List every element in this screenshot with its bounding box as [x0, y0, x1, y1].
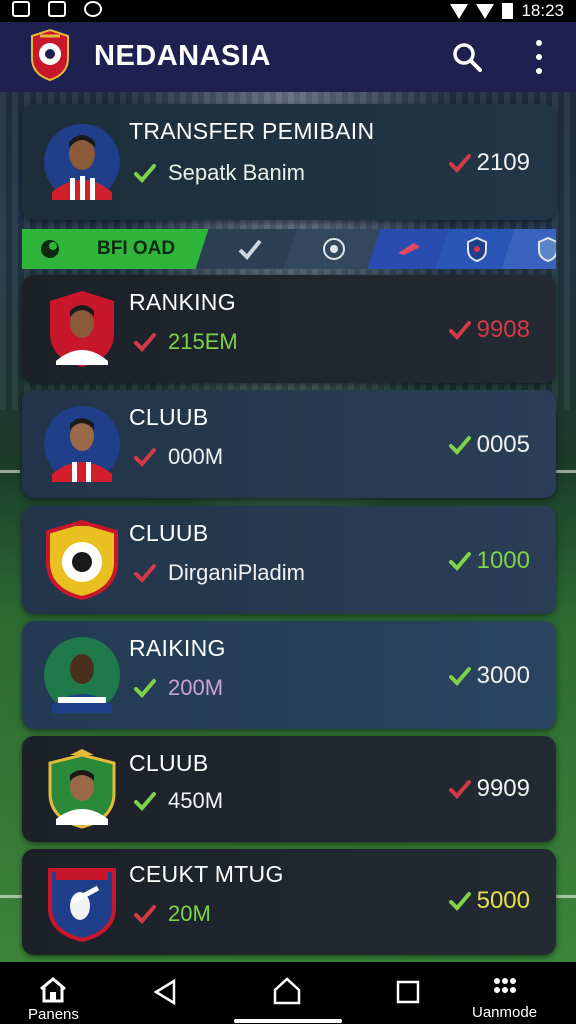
item-name: CEUKT MTUG — [129, 861, 284, 887]
club-crest-icon — [48, 868, 116, 942]
featured-subtitle-row: Sepatk Banim — [134, 160, 305, 186]
home-icon[interactable] — [272, 976, 302, 1006]
app-title: NEDANASIA — [94, 40, 271, 72]
club-crest-icon[interactable] — [28, 28, 72, 82]
check-icon — [448, 552, 471, 571]
check-icon — [134, 792, 156, 811]
nav-more-label: Uanmode — [472, 1004, 538, 1021]
ball-icon — [323, 238, 345, 260]
check-icon — [238, 239, 262, 260]
signal-icon — [476, 3, 495, 19]
list-item[interactable]: RAIKING 200M 3000 — [22, 621, 556, 729]
list-item[interactable]: CLUUB DirganiPladim 1000 — [22, 506, 556, 614]
item-value: 3000 — [476, 662, 530, 689]
item-value: 9908 — [476, 316, 530, 343]
item-name: CLUUB — [129, 404, 209, 430]
player-avatar — [44, 124, 120, 200]
item-sub-row: 450M — [134, 788, 223, 814]
notification-icon — [12, 1, 30, 17]
check-icon — [448, 780, 471, 799]
wifi-icon — [450, 3, 469, 19]
item-value-row: 1000 — [448, 547, 530, 575]
featured-value: 2109 — [476, 149, 530, 176]
check-icon — [134, 333, 156, 352]
item-name: CLUUB — [129, 520, 209, 546]
recents-icon[interactable] — [396, 980, 420, 1004]
check-icon — [134, 448, 156, 467]
list-item[interactable]: CLUUB 450M 9909 — [22, 736, 556, 842]
item-sub-row: DirganiPladim — [134, 560, 305, 586]
item-sub: 20M — [168, 901, 211, 926]
featured-subtitle: Sepatk Banim — [168, 160, 305, 185]
house-icon — [40, 977, 67, 1003]
item-sub: 000M — [168, 444, 224, 469]
item-value-row: 9908 — [448, 316, 530, 344]
list-item[interactable]: RANKING 215EM 9908 — [22, 275, 556, 383]
check-icon — [448, 892, 471, 911]
item-name: CLUUB — [129, 750, 209, 776]
status-time: 18:23 — [521, 1, 564, 20]
notification-icon — [48, 1, 66, 17]
item-value: 5000 — [476, 887, 530, 914]
check-icon — [448, 667, 471, 686]
check-icon — [448, 154, 471, 173]
search-icon[interactable] — [452, 42, 482, 72]
battery-icon — [502, 3, 514, 19]
player-avatar — [50, 291, 114, 367]
nav-home-label: Panens — [28, 1006, 79, 1023]
item-value-row: 9909 — [448, 775, 530, 803]
item-sub: 450M — [168, 788, 224, 813]
pitch-line — [0, 895, 24, 898]
gesture-home-bar[interactable] — [234, 1019, 342, 1023]
tab-label: BFI OAD — [96, 238, 176, 259]
nav-more-tab[interactable]: Uanmode — [472, 976, 537, 1021]
back-icon[interactable] — [152, 978, 178, 1006]
pitch-line — [0, 470, 20, 473]
app-bar: NEDANASIA — [0, 22, 576, 92]
notification-icon — [84, 1, 102, 17]
status-bar: 18:23 — [0, 0, 576, 22]
boot-icon — [40, 240, 59, 258]
list-item[interactable]: CEUKT MTUG 20M 5000 — [22, 849, 556, 955]
featured-title: TRANSFER PEMIBAIN — [129, 118, 375, 144]
more-options-icon[interactable] — [530, 40, 548, 74]
item-value-row: 5000 — [448, 887, 530, 915]
item-value: 1000 — [476, 547, 530, 574]
bottom-navigation: Panens Uanmode — [0, 962, 576, 1024]
player-avatar — [48, 749, 116, 829]
item-sub-row: 000M — [134, 444, 223, 470]
item-sub-row: 20M — [134, 901, 211, 927]
list-item[interactable]: CLUUB 000M 0005 — [22, 390, 556, 498]
boot-icon — [398, 243, 420, 255]
check-icon — [134, 164, 156, 183]
item-sub: DirganiPladim — [168, 560, 305, 585]
check-icon — [448, 321, 471, 340]
check-icon — [448, 436, 471, 455]
nav-home-tab[interactable]: Panens — [28, 976, 79, 1023]
item-sub-row: 200M — [134, 675, 223, 701]
item-value-row: 3000 — [448, 662, 530, 690]
item-name: RANKING — [129, 289, 236, 315]
check-icon — [134, 564, 156, 583]
club-crest-icon — [46, 520, 118, 600]
featured-transfer-card[interactable]: TRANSFER PEMIBAIN Sepatk Banim 2109 — [22, 104, 556, 220]
shield-icon — [467, 236, 487, 262]
player-avatar — [44, 637, 120, 713]
item-sub: 200M — [168, 675, 224, 700]
item-value-row: 0005 — [448, 431, 530, 459]
item-value: 0005 — [476, 431, 530, 458]
check-icon — [134, 679, 156, 698]
filter-tab-strip: BFI OAD — [22, 229, 556, 269]
featured-value-row: 2109 — [448, 149, 530, 177]
item-name: RAIKING — [129, 635, 226, 661]
grid-dots-icon — [493, 978, 516, 993]
item-value: 9909 — [476, 775, 530, 802]
shield-icon — [538, 236, 556, 262]
item-sub-row: 215EM — [134, 329, 238, 355]
player-avatar — [44, 406, 120, 482]
check-icon — [134, 905, 156, 924]
tab-filter-0[interactable]: BFI OAD — [22, 229, 209, 269]
pitch-line — [556, 470, 576, 473]
item-sub: 215EM — [168, 329, 238, 354]
